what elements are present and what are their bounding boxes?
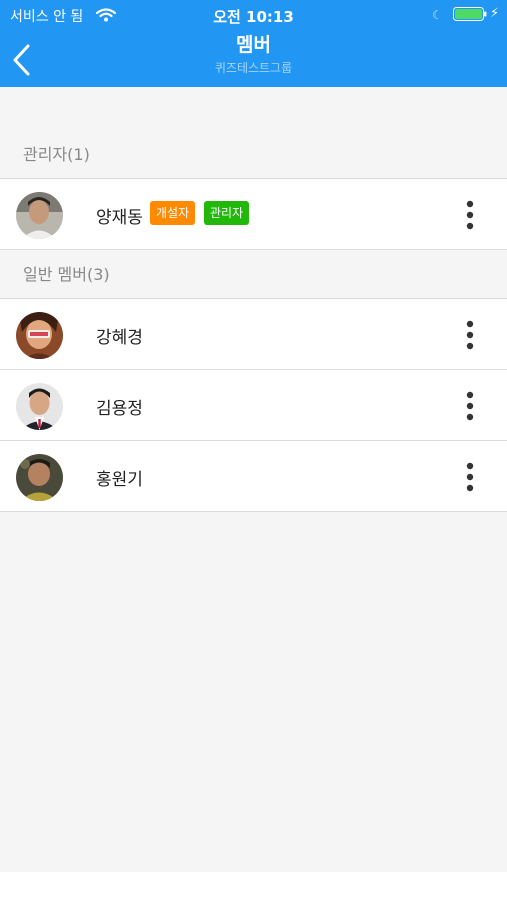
page-subtitle: 퀴즈테스트그룹 [214, 61, 293, 75]
member-name: 김용정 [96, 399, 143, 419]
creator-badge: 개설자 [150, 201, 196, 225]
member-row[interactable]: 김용정 [0, 370, 507, 441]
page-title: 멤버 [236, 34, 271, 56]
more-vertical-icon[interactable] [461, 319, 479, 351]
avatar [16, 192, 63, 239]
bottom-strip [0, 872, 507, 900]
avatar [16, 454, 63, 501]
member-name: 홍원기 [96, 470, 143, 490]
moon-icon: ☾ [432, 8, 443, 22]
member-name: 강혜경 [96, 328, 143, 348]
status-bar: 서비스 안 됨 오전 10:13 ☾ ⚡ [0, 0, 507, 30]
status-time: 오전 10:13 [213, 8, 294, 26]
member-row[interactable]: 홍원기 [0, 441, 507, 512]
member-list-screen: 서비스 안 됨 오전 10:13 ☾ ⚡ 멤버 퀴즈테스트그룹 관리자(1) 양… [0, 0, 507, 872]
member-name: 양재동 [96, 208, 143, 228]
section-header-admins: 관리자(1) [0, 130, 507, 179]
battery-icon [453, 7, 487, 21]
more-vertical-icon[interactable] [461, 390, 479, 422]
admin-badge: 관리자 [204, 201, 250, 225]
more-vertical-icon[interactable] [461, 199, 479, 231]
app-header: 서비스 안 됨 오전 10:13 ☾ ⚡ 멤버 퀴즈테스트그룹 [0, 0, 507, 87]
section-label: 관리자(1) [23, 145, 90, 164]
section-header-members: 일반 멤버(3) [0, 250, 507, 299]
section-label: 일반 멤버(3) [23, 265, 110, 284]
avatar [16, 312, 63, 359]
avatar [16, 383, 63, 430]
member-row[interactable]: 강혜경 [0, 299, 507, 370]
charging-bolt-icon: ⚡ [490, 6, 500, 21]
member-row[interactable]: 양재동 개설자 관리자 [0, 179, 507, 250]
more-vertical-icon[interactable] [461, 461, 479, 493]
